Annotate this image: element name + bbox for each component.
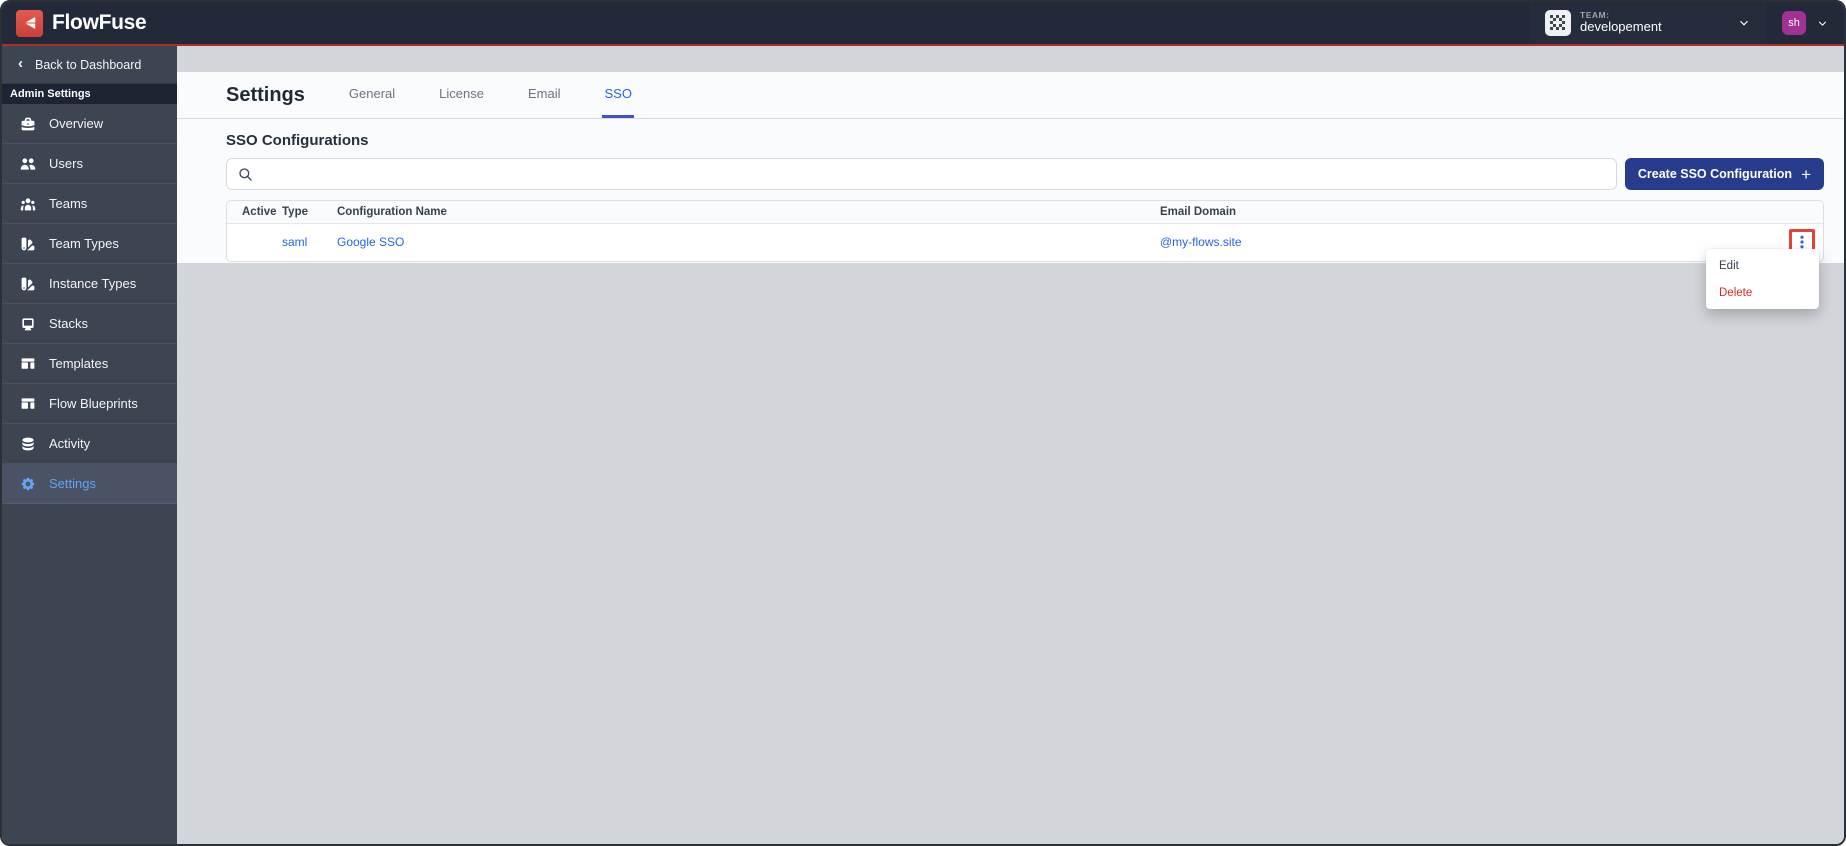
briefcase-icon <box>21 117 35 130</box>
sidebar-item-flow-blueprints[interactable]: Flow Blueprints <box>2 384 177 424</box>
sidebar: ‹ Back to Dashboard Admin Settings Overv… <box>2 46 177 844</box>
sidebar-item-instance-types[interactable]: Instance Types <box>2 264 177 304</box>
column-header-configuration-name: Configuration Name <box>322 201 1145 224</box>
database-icon <box>22 437 34 450</box>
sidebar-item-label: Templates <box>49 356 109 371</box>
top-header: FlowFuse TEAM: developement sh <box>2 2 1844 46</box>
header-right: TEAM: developement sh <box>1529 2 1844 44</box>
cell-configuration-name-link[interactable]: Google SSO <box>337 235 404 249</box>
column-header-actions <box>1753 201 1823 224</box>
menu-item-delete[interactable]: Delete <box>1706 279 1819 306</box>
sidebar-item-templates[interactable]: Templates <box>2 344 177 384</box>
brand-name: FlowFuse <box>52 11 147 34</box>
tabs-row: Settings General License Email SSO <box>177 72 1844 119</box>
tabs: General License Email SSO <box>347 72 674 118</box>
tab-license[interactable]: License <box>437 72 486 118</box>
sidebar-item-team-types[interactable]: Team Types <box>2 224 177 264</box>
sidebar-item-activity[interactable]: Activity <box>2 424 177 464</box>
tab-general[interactable]: General <box>347 72 397 118</box>
team-avatar-icon <box>1545 10 1571 36</box>
sidebar-item-label: Stacks <box>49 316 89 331</box>
flowfuse-logo-icon <box>16 9 43 37</box>
color-swatch-icon <box>21 237 35 250</box>
create-sso-configuration-button[interactable]: Create SSO Configuration + <box>1624 158 1824 190</box>
section-title: SSO Configurations <box>226 132 369 149</box>
cell-active <box>227 223 267 261</box>
table-header-row: Active Type Configuration Name Email Dom… <box>227 201 1823 224</box>
sidebar-item-settings[interactable]: Settings <box>2 464 177 504</box>
sidebar-item-teams[interactable]: Teams <box>2 184 177 224</box>
admin-settings-label: Admin Settings <box>2 84 177 104</box>
desktop-icon <box>22 317 34 330</box>
chevron-down-icon <box>1818 20 1827 26</box>
main-area: Settings General License Email SSO SSO C… <box>177 46 1844 844</box>
sidebar-item-overview[interactable]: Overview <box>2 104 177 144</box>
plus-icon: + <box>1801 164 1811 184</box>
color-swatch-icon <box>21 277 35 290</box>
team-selector[interactable]: TEAM: developement <box>1529 2 1767 44</box>
search-input[interactable] <box>261 167 1606 181</box>
toolbar: Create SSO Configuration + <box>177 158 1844 190</box>
users-icon <box>20 157 36 170</box>
back-to-dashboard-label: Back to Dashboard <box>35 57 142 72</box>
tab-email[interactable]: Email <box>526 72 563 118</box>
sidebar-item-label: Instance Types <box>49 276 137 291</box>
gear-icon <box>21 477 35 490</box>
kebab-dots-icon <box>1800 235 1804 249</box>
cell-email-domain-link[interactable]: @my-flows.site <box>1160 235 1242 249</box>
page-title: Settings <box>226 83 305 106</box>
create-button-label: Create SSO Configuration <box>1637 167 1793 181</box>
template-icon <box>21 357 35 369</box>
template-icon <box>21 397 35 409</box>
sidebar-item-label: Activity <box>49 436 91 451</box>
search-box[interactable] <box>226 158 1617 190</box>
user-avatar: sh <box>1782 11 1806 35</box>
table-row[interactable]: saml Google SSO @my-flows.site <box>227 223 1823 261</box>
team-name: developement <box>1580 19 1662 35</box>
tab-sso[interactable]: SSO <box>602 72 634 118</box>
sidebar-item-label: Flow Blueprints <box>49 396 138 411</box>
back-to-dashboard-button[interactable]: ‹ Back to Dashboard <box>2 46 177 84</box>
sidebar-item-label: Overview <box>49 116 104 131</box>
chevron-left-icon: ‹ <box>18 55 23 72</box>
user-group-icon <box>20 197 36 210</box>
row-context-menu: Edit Delete <box>1706 249 1819 309</box>
sidebar-item-users[interactable]: Users <box>2 144 177 184</box>
menu-item-edit[interactable]: Edit <box>1706 252 1819 279</box>
sidebar-item-label: Settings <box>49 476 96 491</box>
chevron-down-icon <box>1740 20 1748 26</box>
app-window: FlowFuse TEAM: developement sh ‹ Back to… <box>0 0 1846 846</box>
sidebar-item-label: Users <box>49 156 83 171</box>
sidebar-item-label: Team Types <box>49 236 119 251</box>
column-header-email-domain: Email Domain <box>1145 201 1753 224</box>
sidebar-item-stacks[interactable]: Stacks <box>2 304 177 344</box>
user-menu[interactable]: sh <box>1767 11 1844 35</box>
cell-type-link[interactable]: saml <box>282 235 307 249</box>
flowfuse-logo[interactable]: FlowFuse <box>16 9 147 37</box>
sidebar-item-label: Teams <box>49 196 88 211</box>
search-icon <box>239 168 252 181</box>
column-header-active: Active <box>227 201 277 224</box>
settings-panel: Settings General License Email SSO SSO C… <box>177 72 1844 263</box>
sso-configurations-table: Active Type Configuration Name Email Dom… <box>226 200 1824 262</box>
